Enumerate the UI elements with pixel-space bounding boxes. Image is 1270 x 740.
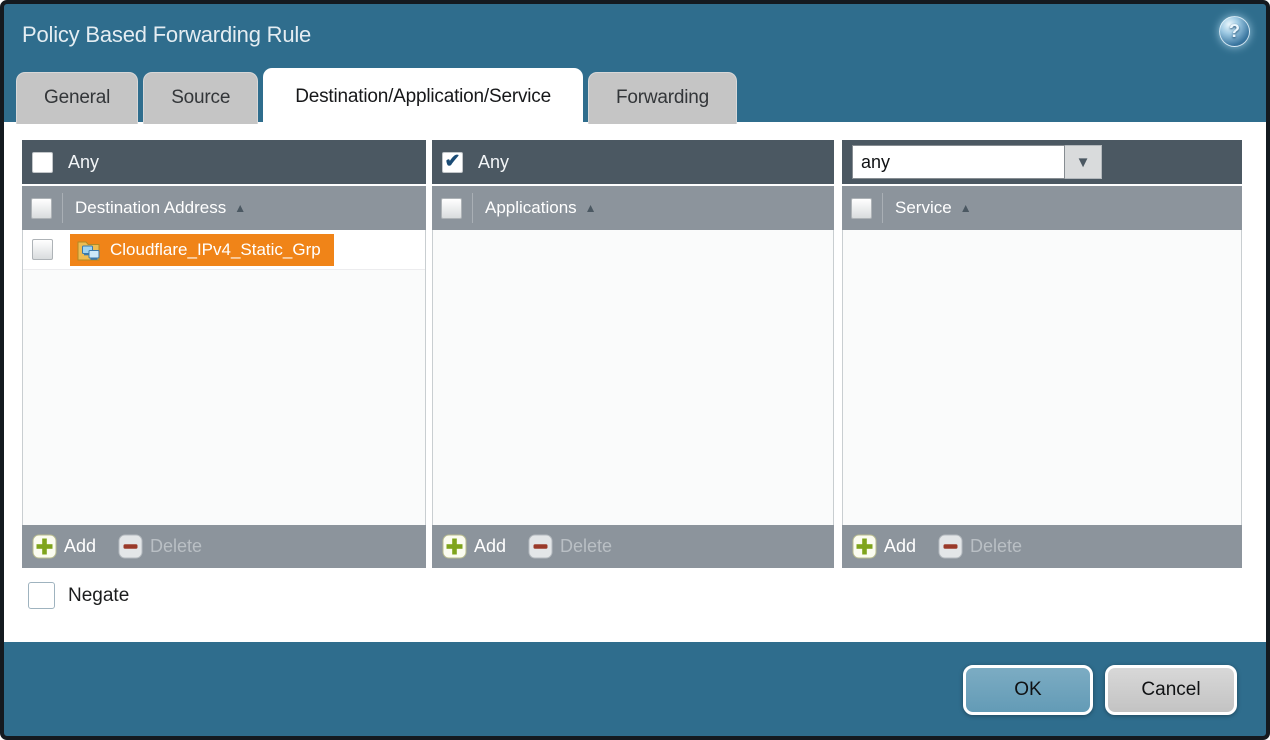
tab-general[interactable]: General [16,72,138,124]
header-divider [62,193,63,223]
help-glyph: ? [1229,21,1240,42]
service-header-label[interactable]: Service [895,198,952,218]
delete-button[interactable]: Delete [938,534,1022,559]
service-dropdown-value[interactable]: any [852,145,1065,179]
ok-button[interactable]: OK [963,665,1093,715]
cancel-button[interactable]: Cancel [1105,665,1237,715]
delete-icon [528,534,553,559]
sort-asc-icon[interactable]: ▲ [234,201,246,215]
applications-toolbar: Add Delete [432,525,834,568]
applications-column-header: Applications ▲ [432,186,834,230]
tab-destination-application-service[interactable]: Destination/Application/Service [263,68,583,126]
add-icon [852,534,877,559]
add-button[interactable]: Add [32,534,96,559]
chevron-down-icon: ▼ [1076,154,1091,171]
service-list [842,230,1242,525]
delete-label: Delete [560,536,612,557]
service-toolbar: Add Delete [842,525,1242,568]
sort-asc-icon[interactable]: ▲ [585,201,597,215]
destination-select-all-checkbox[interactable] [31,198,52,219]
service-dropdown-button[interactable]: ▼ [1065,145,1102,179]
applications-list [432,230,834,525]
applications-any-checkbox[interactable]: ✔ [442,152,463,173]
policy-forwarding-dialog: Policy Based Forwarding Rule ? General S… [0,0,1270,740]
add-label: Add [64,536,96,557]
destination-address-list: Cloudflare_IPv4_Static_Grp [22,230,426,525]
tab-content: Any Destination Address ▲ [4,122,1266,642]
tab-forwarding[interactable]: Forwarding [588,72,737,124]
add-icon [442,534,467,559]
add-label: Add [474,536,506,557]
applications-panel: ✔ Any Applications ▲ [432,140,834,568]
service-column-header: Service ▲ [842,186,1242,230]
negate-checkbox[interactable] [28,582,55,609]
service-dropdown[interactable]: any ▼ [852,145,1102,179]
address-group-icon [77,239,102,261]
dialog-titlebar: Policy Based Forwarding Rule ? [4,4,1266,66]
dialog-title: Policy Based Forwarding Rule [22,22,311,48]
destination-header-label[interactable]: Destination Address [75,198,226,218]
delete-button[interactable]: Delete [118,534,202,559]
add-button[interactable]: Add [852,534,916,559]
service-panel: any ▼ Service ▲ [842,140,1242,568]
delete-label: Delete [970,536,1022,557]
tab-source[interactable]: Source [143,72,258,124]
delete-button[interactable]: Delete [528,534,612,559]
header-divider [472,193,473,223]
service-any-bar: any ▼ [842,140,1242,184]
applications-any-bar: ✔ Any [432,140,834,184]
delete-icon [118,534,143,559]
tab-bar: General Source Destination/Application/S… [16,68,737,126]
applications-select-all-checkbox[interactable] [441,198,462,219]
applications-any-label: Any [478,152,509,173]
delete-label: Delete [150,536,202,557]
row-checkbox[interactable] [32,239,53,260]
destination-column-header: Destination Address ▲ [22,186,426,230]
add-button[interactable]: Add [442,534,506,559]
destination-any-label: Any [68,152,99,173]
service-select-all-checkbox[interactable] [851,198,872,219]
add-icon [32,534,57,559]
address-group-item[interactable]: Cloudflare_IPv4_Static_Grp [70,234,334,266]
table-row: Cloudflare_IPv4_Static_Grp [23,230,425,270]
delete-icon [938,534,963,559]
sort-asc-icon[interactable]: ▲ [960,201,972,215]
destination-any-checkbox[interactable] [32,152,53,173]
address-group-label: Cloudflare_IPv4_Static_Grp [110,240,321,260]
destination-address-panel: Any Destination Address ▲ [22,140,426,568]
destination-toolbar: Add Delete [22,525,426,568]
applications-header-label[interactable]: Applications [485,198,577,218]
add-label: Add [884,536,916,557]
checkmark-icon: ✔ [445,152,461,171]
header-divider [882,193,883,223]
destination-any-bar: Any [22,140,426,184]
negate-row: Negate [28,582,129,609]
help-icon[interactable]: ? [1219,16,1250,47]
negate-label: Negate [68,585,129,607]
